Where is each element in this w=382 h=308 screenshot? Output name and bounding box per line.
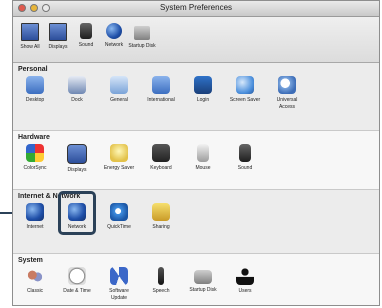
- pane-general[interactable]: General: [98, 76, 140, 110]
- toolbar-network-button[interactable]: Network: [101, 23, 127, 48]
- pane-label: Desktop: [25, 97, 45, 103]
- monitor-icon: [21, 23, 39, 41]
- pane-dock[interactable]: Dock: [56, 76, 98, 110]
- title-bar[interactable]: System Preferences: [13, 1, 379, 17]
- pane-label: Energy Saver: [103, 165, 135, 171]
- pane-label: Classic: [26, 288, 44, 294]
- pane-label: Displays: [67, 167, 87, 173]
- speaker-icon: [239, 144, 251, 162]
- pane-label: Startup Disk: [189, 287, 217, 293]
- pane-speech[interactable]: Speech: [140, 267, 182, 301]
- pane-label: Sharing: [152, 224, 170, 230]
- pane-label: Date & Time: [63, 288, 91, 294]
- toolbar-startup-disk-button[interactable]: Startup Disk: [128, 23, 156, 49]
- sharing-icon: [152, 203, 170, 221]
- pane-internet[interactable]: Internet: [14, 203, 56, 230]
- pane-label: Screen Saver: [229, 97, 261, 103]
- pane-label: International: [147, 97, 175, 103]
- disk-icon: [194, 270, 212, 284]
- pane-label-line2: Update: [110, 295, 128, 301]
- network-highlight-box: [58, 191, 96, 235]
- users-icon: [236, 267, 254, 285]
- system-preferences-window: System Preferences Show All Displays Sou…: [12, 0, 380, 306]
- software-update-icon: [110, 267, 128, 285]
- section-hardware: Hardware ColorSync Displays Energy Saver…: [13, 131, 379, 190]
- universal-access-icon: [278, 76, 296, 94]
- pane-label: Internet: [26, 224, 44, 230]
- pane-label: ColorSync: [23, 165, 47, 171]
- pane-keyboard[interactable]: Keyboard: [140, 144, 182, 173]
- pane-label: Keyboard: [150, 165, 172, 171]
- pane-label: Sound: [237, 165, 253, 171]
- pane-users[interactable]: Users: [224, 267, 266, 301]
- microphone-icon: [158, 267, 164, 285]
- pane-screen-saver[interactable]: Screen Saver: [224, 76, 266, 110]
- section-personal: Personal Desktop Dock General Internatio…: [13, 63, 379, 131]
- toolbar-item-label: Displays: [48, 44, 68, 50]
- section-system: System Classic Date & Time Software Upda…: [13, 254, 379, 305]
- network-icon: [106, 23, 122, 39]
- window-title: System Preferences: [159, 3, 233, 12]
- pane-label: QuickTime: [107, 224, 131, 230]
- pane-label: Software: [109, 288, 129, 294]
- colorsync-icon: [26, 144, 44, 162]
- quicktime-icon: [110, 203, 128, 221]
- screen-saver-icon: [236, 76, 254, 94]
- flag-icon: [152, 76, 170, 94]
- toolbar-displays-button[interactable]: Displays: [45, 23, 71, 50]
- displays-icon: [67, 144, 87, 164]
- pane-sound[interactable]: Sound: [224, 144, 266, 173]
- pane-label-line2: Access: [278, 104, 296, 110]
- pane-startup-disk[interactable]: Startup Disk: [182, 267, 224, 301]
- pane-label: Universal: [276, 97, 298, 103]
- disk-icon: [134, 26, 150, 40]
- pane-label: Speech: [152, 288, 170, 294]
- pane-colorsync[interactable]: ColorSync: [14, 144, 56, 173]
- pane-universal-access[interactable]: Universal Access: [266, 76, 308, 110]
- pane-label: General: [110, 97, 128, 103]
- toolbar-item-label: Startup Disk: [128, 43, 156, 49]
- pane-sharing[interactable]: Sharing: [140, 203, 182, 230]
- general-icon: [110, 76, 128, 94]
- section-title: Personal: [18, 66, 48, 73]
- pane-label: Users: [238, 288, 252, 294]
- pane-label: Mouse: [195, 165, 211, 171]
- pane-classic[interactable]: Classic: [14, 267, 56, 301]
- classic-icon: [26, 267, 44, 285]
- pane-quicktime[interactable]: QuickTime: [98, 203, 140, 230]
- pane-mouse[interactable]: Mouse: [182, 144, 224, 173]
- pane-international[interactable]: International: [140, 76, 182, 110]
- dock-icon: [68, 76, 86, 94]
- toolbar-item-label: Sound: [78, 42, 94, 48]
- pane-displays[interactable]: Displays: [56, 144, 98, 173]
- pane-login[interactable]: Login: [182, 76, 224, 110]
- energy-saver-icon: [110, 144, 128, 162]
- pane-energy-saver[interactable]: Energy Saver: [98, 144, 140, 173]
- pane-label: Dock: [71, 97, 83, 103]
- section-title: System: [18, 257, 43, 264]
- displays-icon: [49, 23, 67, 41]
- section-title: Hardware: [18, 134, 50, 141]
- clock-icon: [68, 267, 86, 285]
- speaker-icon: [80, 23, 92, 39]
- pane-desktop[interactable]: Desktop: [14, 76, 56, 110]
- desktop-icon: [26, 76, 44, 94]
- toolbar-show-all-button[interactable]: Show All: [17, 23, 43, 50]
- pane-software-update[interactable]: Software Update: [98, 267, 140, 301]
- toolbar-item-label: Network: [104, 42, 124, 48]
- pane-date-time[interactable]: Date & Time: [56, 267, 98, 301]
- globe-icon: [26, 203, 44, 221]
- toolbar-item-label: Show All: [20, 44, 40, 50]
- pane-label: Login: [196, 97, 210, 103]
- login-icon: [194, 76, 212, 94]
- keyboard-icon: [152, 144, 170, 162]
- toolbar: Show All Displays Sound Network Startup …: [13, 17, 379, 63]
- mouse-icon: [197, 144, 209, 162]
- toolbar-sound-button[interactable]: Sound: [73, 23, 99, 48]
